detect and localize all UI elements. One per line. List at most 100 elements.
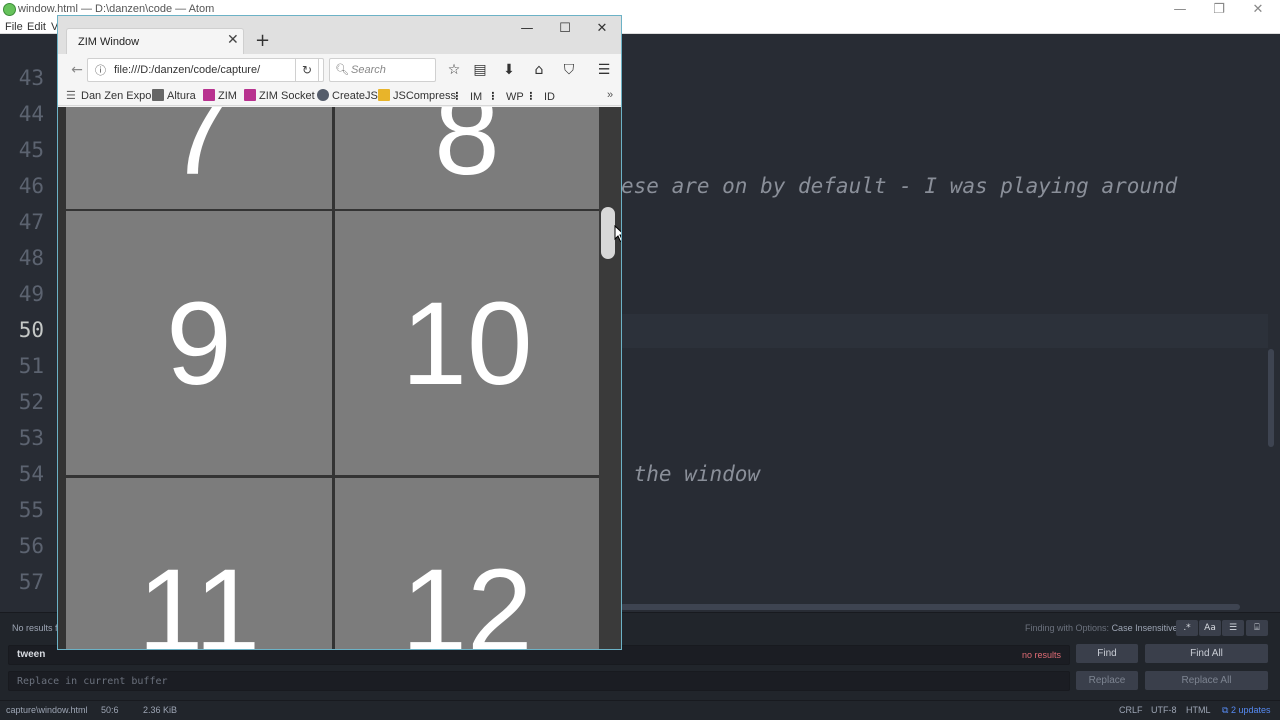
browser-maximize-button[interactable]: ☐ [547, 18, 583, 40]
bookmark-star-icon[interactable]: ☆ [443, 60, 465, 80]
createjs-icon [317, 89, 329, 101]
grid-tile[interactable]: 8 [335, 107, 599, 209]
atom-close-button[interactable]: ✕ [1238, 1, 1278, 19]
browser-tab-title: ZIM Window [78, 36, 140, 48]
no-results-badge: no results [1021, 650, 1061, 660]
browser-minimize-button[interactable]: — [509, 18, 545, 40]
atom-minimize-button[interactable]: — [1160, 1, 1200, 19]
atom-window-title: window.html — D:\danzen\code — Atom [18, 3, 215, 15]
url-bar[interactable]: ⓘ file:///D:/danzen/code/capture/ [87, 58, 324, 82]
pocket-icon[interactable]: ⛉ [558, 60, 580, 80]
grid-tile[interactable]: 9 [66, 211, 332, 475]
hamburger-menu-icon[interactable]: ☰ [593, 60, 615, 80]
status-file-size: 2.36 KiB [143, 705, 178, 715]
find-input-value: tween [17, 649, 46, 660]
back-arrow-icon[interactable]: ← [67, 60, 87, 80]
bookmark-label: WP [506, 91, 524, 103]
status-cursor-position[interactable]: 50:6 [101, 705, 119, 715]
bookmark-item[interactable]: ⁝ IM [455, 89, 482, 103]
tile-number: 11 [137, 545, 261, 650]
find-all-button[interactable]: Find All [1145, 644, 1268, 663]
line-number: 57 [18, 570, 44, 594]
wp-icon: ⁝ [491, 89, 495, 103]
browser-tab[interactable]: ZIM Window ✕ [66, 28, 244, 54]
im-icon: ⁝ [455, 89, 459, 103]
altura-icon [152, 89, 164, 101]
find-button[interactable]: Find [1076, 644, 1138, 663]
reading-list-icon[interactable]: ▤ [469, 60, 491, 80]
line-number: 46 [18, 174, 44, 198]
current-line-number: 50 [18, 318, 44, 342]
line-number: 44 [18, 102, 44, 126]
grid-tile[interactable]: 11 [66, 478, 332, 650]
line-number: 52 [18, 390, 44, 414]
line-number: 55 [18, 498, 44, 522]
line-number: 56 [18, 534, 44, 558]
atom-maximize-button[interactable]: ❐ [1199, 1, 1239, 19]
bookmark-item[interactable]: ⁝ ID [529, 89, 555, 103]
line-number: 53 [18, 426, 44, 450]
bookmark-item[interactable]: JSCompress [378, 89, 456, 102]
grid-tile[interactable]: 10 [335, 211, 599, 475]
in-selection-toggle-button[interactable]: ☰ [1222, 620, 1244, 636]
editor-horizontal-scrollbar[interactable] [620, 604, 1240, 610]
find-options-prefix: Finding with Options: [1025, 623, 1110, 633]
zim-icon [203, 89, 215, 101]
list-icon: ☰ [66, 90, 76, 102]
bookmarks-overflow-button[interactable]: » [607, 89, 613, 101]
status-bar: capture\window.html 50:6 2.36 KiB CRLF U… [0, 700, 1280, 720]
tab-close-icon[interactable]: ✕ [227, 32, 239, 48]
tile-number: 7 [166, 107, 232, 200]
browser-close-button[interactable]: ✕ [584, 18, 620, 40]
replace-input[interactable]: Replace in current buffer [8, 671, 1070, 691]
status-file-path[interactable]: capture\window.html [6, 705, 88, 715]
status-updates[interactable]: ⧉ 2 updates [1222, 705, 1271, 716]
find-options-value: Case Insensitive [1111, 623, 1178, 633]
bookmark-item[interactable]: CreateJS [317, 89, 378, 102]
reload-icon[interactable]: ↻ [295, 58, 319, 82]
case-sensitive-toggle-button[interactable]: Aa [1199, 620, 1221, 636]
download-icon[interactable]: ⬇ [498, 60, 520, 80]
line-number: 45 [18, 138, 44, 162]
status-encoding[interactable]: UTF-8 [1151, 705, 1177, 715]
line-number-gutter: 43 44 45 46 47 48 49 50 51 52 53 54 55 5… [0, 34, 58, 612]
whole-word-toggle-button[interactable]: ⌸ [1246, 620, 1268, 636]
status-grammar[interactable]: HTML [1186, 705, 1211, 715]
info-icon[interactable]: ⓘ [95, 62, 106, 78]
bookmark-item[interactable]: ☰ Dan Zen Expo [66, 89, 151, 102]
grid-tile[interactable]: 12 [335, 478, 599, 649]
bookmark-label: ZIM Socket [259, 90, 315, 102]
search-input[interactable]: 🔍︎ Search [329, 58, 436, 82]
status-line-ending[interactable]: CRLF [1119, 705, 1143, 715]
search-icon: 🔍︎ [335, 63, 349, 76]
zim-socket-icon [244, 89, 256, 101]
editor-vertical-scrollbar[interactable] [1268, 349, 1274, 447]
home-icon[interactable]: ⌂ [528, 60, 550, 80]
bookmark-label: ID [544, 91, 555, 103]
browser-nav-bar: ← ⓘ file:///D:/danzen/code/capture/ ↻ 🔍︎… [58, 54, 621, 86]
line-number: 51 [18, 354, 44, 378]
status-updates-label: 2 updates [1230, 705, 1271, 715]
bookmarks-toolbar: ☰ Dan Zen Expo Altura ZIM ZIM Socket Crea… [58, 86, 621, 106]
bookmark-item[interactable]: Altura [152, 89, 196, 102]
line-number: 43 [18, 66, 44, 90]
menu-edit[interactable]: Edit [27, 20, 46, 34]
page-scrollbar-thumb[interactable] [601, 207, 615, 259]
bookmark-item[interactable]: ZIM [203, 89, 237, 102]
regex-toggle-button[interactable]: .* [1176, 620, 1198, 636]
new-tab-button[interactable]: + [255, 30, 270, 51]
bookmark-item[interactable]: ⁝ WP [491, 89, 524, 103]
grid-tile[interactable]: 7 [66, 107, 332, 209]
page-scrollbar[interactable] [599, 107, 621, 649]
menu-file[interactable]: File [5, 20, 23, 34]
tile-number: 8 [434, 107, 500, 200]
bookmark-item[interactable]: ZIM Socket [244, 89, 315, 102]
find-options-label: Finding with Options: Case Insensitive [1025, 623, 1178, 633]
code-comment-line: ese are on by default - I was playing ar… [621, 174, 1178, 198]
replace-button[interactable]: Replace [1076, 671, 1138, 690]
code-comment-line: the window [621, 462, 761, 486]
jscompress-icon [378, 89, 390, 101]
mouse-pointer-icon [614, 225, 621, 243]
page-content[interactable]: 7 8 9 10 11 12 [58, 107, 621, 650]
replace-all-button[interactable]: Replace All [1145, 671, 1268, 690]
